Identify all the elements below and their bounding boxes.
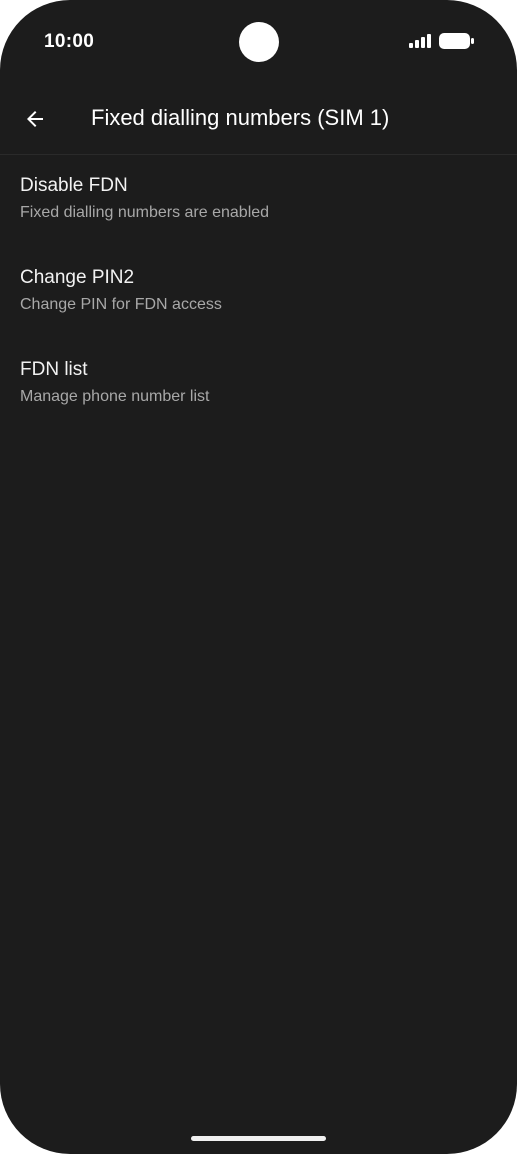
camera-cutout — [239, 22, 279, 62]
setting-title: Change PIN2 — [20, 267, 135, 288]
setting-summary: Manage phone number list — [20, 388, 210, 405]
arrow-back-icon — [27, 111, 43, 127]
app-bar-divider — [0, 154, 517, 155]
settings-list: Disable FDN Fixed dialling numbers are e… — [0, 162, 517, 438]
page-title: Fixed dialling numbers (SIM 1) — [91, 105, 390, 130]
phone-screen: 10:00 Fixed dialling numbers (SIM 1) Dis… — [0, 0, 517, 1154]
setting-summary: Change PIN for FDN access — [20, 296, 222, 313]
setting-summary: Fixed dialling numbers are enabled — [20, 204, 270, 221]
battery-icon — [439, 33, 474, 49]
status-time: 10:00 — [44, 31, 95, 52]
setting-title: FDN list — [20, 359, 88, 380]
signal-icon — [409, 34, 431, 48]
setting-change-pin2[interactable]: Change PIN2 Change PIN for FDN access — [0, 254, 517, 346]
app-bar: Fixed dialling numbers (SIM 1) — [0, 84, 517, 154]
status-bar: 10:00 — [0, 0, 517, 84]
setting-fdn-list[interactable]: FDN list Manage phone number list — [0, 346, 517, 438]
home-indicator[interactable] — [191, 1136, 326, 1141]
setting-title: Disable FDN — [20, 175, 128, 196]
setting-disable-fdn[interactable]: Disable FDN Fixed dialling numbers are e… — [0, 162, 517, 254]
back-button[interactable] — [14, 98, 56, 140]
